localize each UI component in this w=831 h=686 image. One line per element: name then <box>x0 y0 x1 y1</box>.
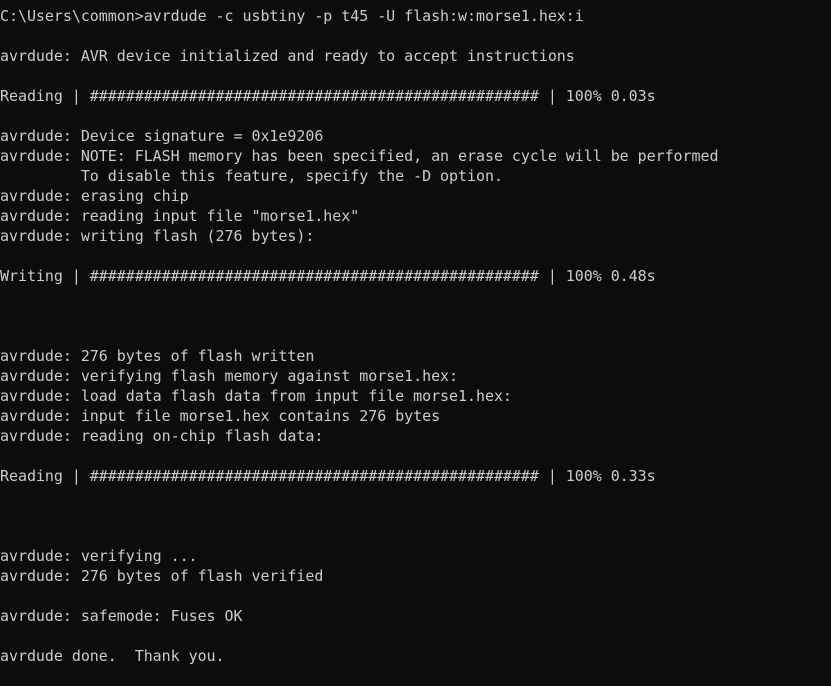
output-line: avrdude: 276 bytes of flash verified <box>0 567 324 585</box>
output-line: avrdude: reading input file "morse1.hex" <box>0 207 360 225</box>
output-line: avrdude: verifying flash memory against … <box>0 367 459 385</box>
output-line: avrdude: 276 bytes of flash written <box>0 347 315 365</box>
output-line: avrdude: NOTE: FLASH memory has been spe… <box>0 147 719 165</box>
output-line: avrdude: erasing chip <box>0 187 189 205</box>
output-line: avrdude: reading on-chip flash data: <box>0 427 324 445</box>
output-line: To disable this feature, specify the -D … <box>0 167 503 185</box>
output-line: avrdude: writing flash (276 bytes): <box>0 227 315 245</box>
output-line: avrdude: input file morse1.hex contains … <box>0 407 441 425</box>
command-line: C:\Users\common>avrdude -c usbtiny -p t4… <box>0 7 584 25</box>
output-line: avrdude: Device signature = 0x1e9206 <box>0 127 324 145</box>
output-line: avrdude: verifying ... <box>0 547 198 565</box>
output-line: avrdude: safemode: Fuses OK <box>0 607 243 625</box>
output-line-done: avrdude done. Thank you. <box>0 647 225 665</box>
output-line: avrdude: load data flash data from input… <box>0 387 512 405</box>
progress-line-reading: Reading | ##############################… <box>0 87 656 105</box>
progress-line-verify-reading: Reading | ##############################… <box>0 467 656 485</box>
terminal-window[interactable]: C:\Users\common>avrdude -c usbtiny -p t4… <box>0 0 831 677</box>
output-line: avrdude: AVR device initialized and read… <box>0 47 575 65</box>
progress-line-writing: Writing | ##############################… <box>0 267 656 285</box>
